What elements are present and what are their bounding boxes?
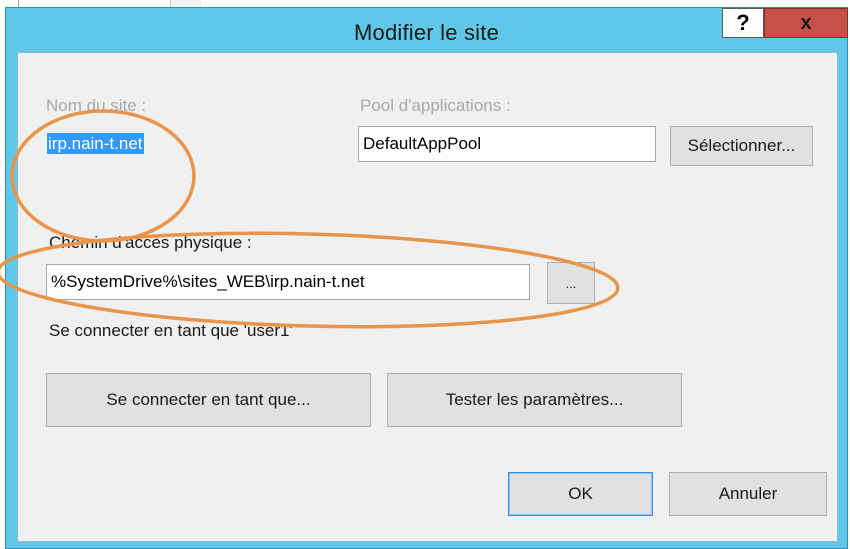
close-icon[interactable]: x bbox=[764, 8, 848, 38]
site-name-value: irp.nain-t.net bbox=[47, 133, 144, 154]
ok-button[interactable]: OK bbox=[508, 472, 653, 516]
help-icon[interactable]: ? bbox=[722, 8, 764, 38]
dialog-title: Modifier le site bbox=[353, 20, 500, 45]
select-pool-button[interactable]: Sélectionner... bbox=[670, 126, 813, 166]
app-pool-label: Pool d'applications : bbox=[360, 96, 511, 115]
physical-path-label: Chemin d'accès physique : bbox=[49, 233, 252, 252]
test-settings-button[interactable]: Tester les paramètres... bbox=[387, 373, 682, 427]
browse-path-button[interactable]: ... bbox=[547, 262, 595, 304]
connect-as-button[interactable]: Se connecter en tant que... bbox=[46, 373, 371, 427]
site-name-label: Nom du site : bbox=[46, 96, 147, 115]
cancel-button[interactable]: Annuler bbox=[669, 472, 827, 516]
site-name-field[interactable]: irp.nain-t.net bbox=[46, 129, 196, 159]
physical-path-input[interactable]: %SystemDrive%\sites_WEB\irp.nain-t.net bbox=[46, 264, 530, 300]
app-pool-field: DefaultAppPool bbox=[358, 126, 656, 162]
edit-site-dialog: Modifier le site ? x Nom du site : irp.n… bbox=[5, 7, 848, 549]
connect-as-status: Se connecter en tant que 'user1' bbox=[49, 321, 293, 340]
dialog-content: Nom du site : irp.nain-t.net Pool d'appl… bbox=[17, 52, 838, 542]
dialog-titlebar[interactable]: Modifier le site ? x bbox=[6, 8, 848, 52]
